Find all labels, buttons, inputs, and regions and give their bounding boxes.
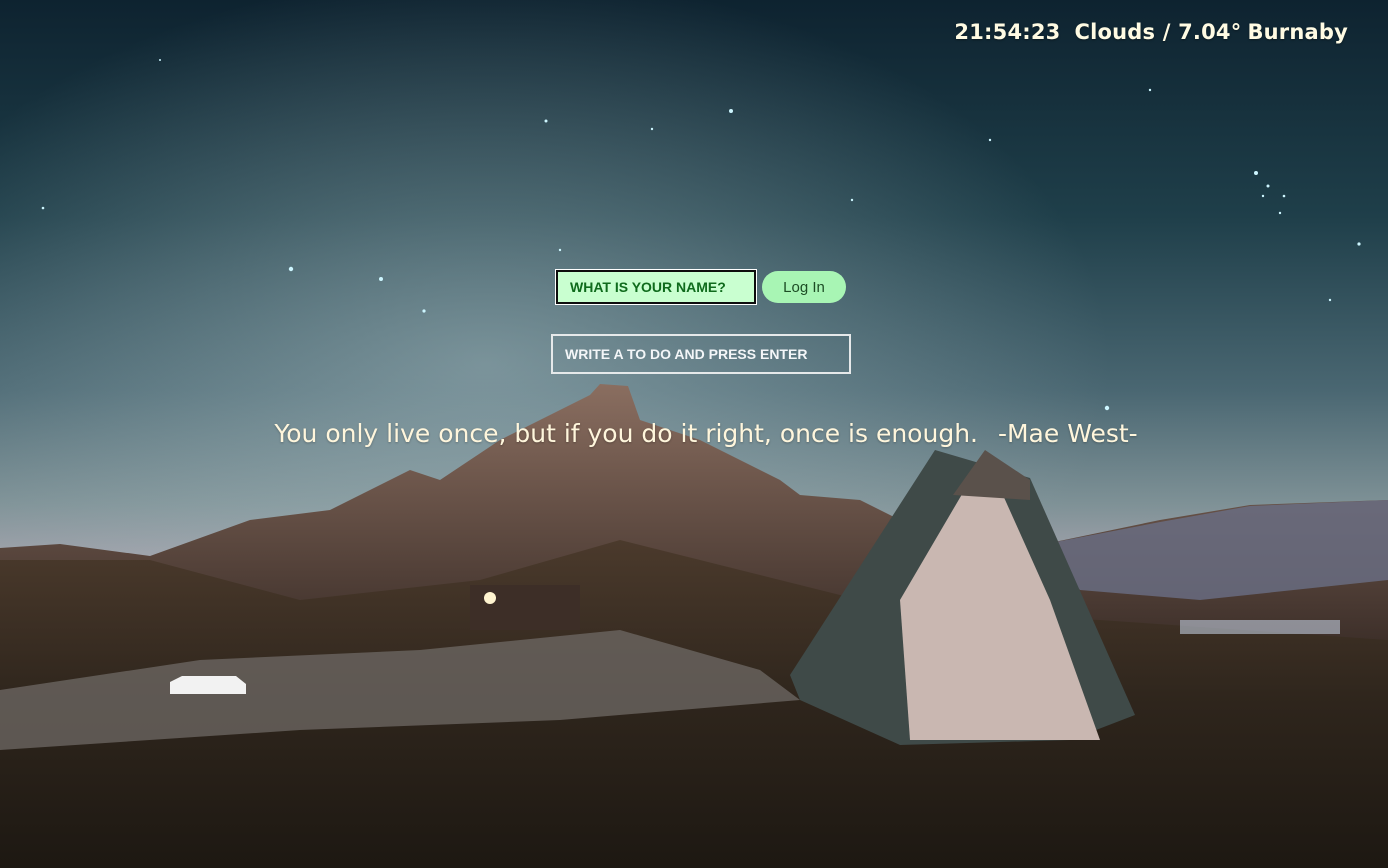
todo-form	[551, 334, 851, 374]
todo-input[interactable]	[551, 334, 851, 374]
quote-text: You only live once, but if you do it rig…	[274, 419, 978, 448]
quote-author: -Mae West-	[997, 419, 1138, 448]
clock: 21:54:23	[954, 20, 1061, 44]
status-bar: 21:54:23 Clouds / 7.04° Burnaby	[954, 20, 1348, 44]
quote: You only live once, but if you do it rig…	[0, 419, 1388, 448]
city-name: Burnaby	[1247, 20, 1348, 44]
login-form: Log In	[555, 269, 846, 305]
weather-info: Clouds / 7.04° Burnaby	[1075, 20, 1349, 44]
weather-summary: Clouds / 7.04°	[1074, 20, 1242, 44]
name-input[interactable]	[555, 269, 757, 305]
login-button[interactable]: Log In	[762, 271, 846, 303]
